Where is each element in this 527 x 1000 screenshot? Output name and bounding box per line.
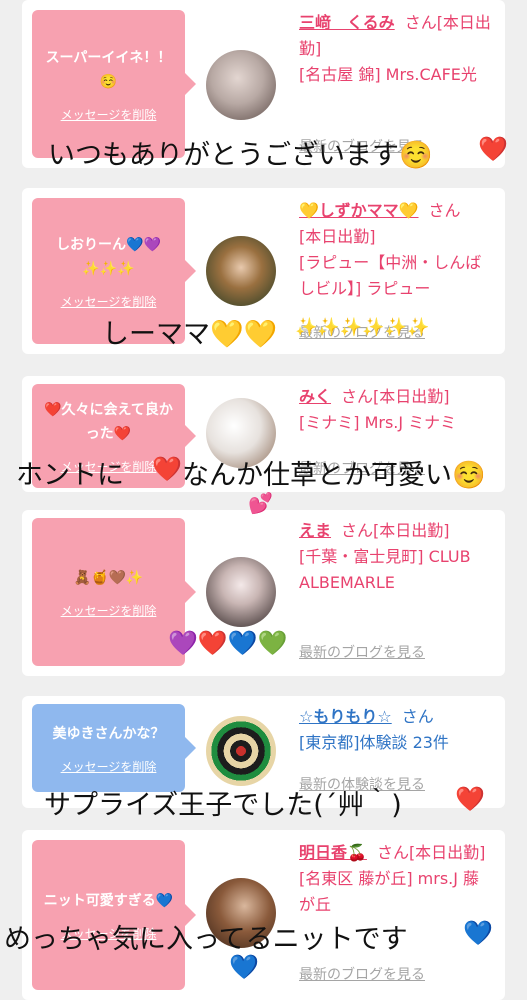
overlay-hearts: 💜❤️💙💚: [168, 629, 288, 657]
message-bubble: 美ゆきさんかな？ メッセージを削除: [32, 704, 196, 792]
user-info: ☆もりもり☆ さん [東京都]体験談 23件: [299, 704, 495, 756]
work-status: [本日出勤]: [299, 227, 376, 246]
user-info: 明日香🍒 さん[本日出勤] [名東区 藤が丘] mrs.J 藤が丘: [299, 840, 495, 918]
message-text: 美ゆきさんかな？: [52, 725, 165, 742]
message-text: ❤️久々に会えて良かった❤️: [44, 401, 173, 442]
latest-blog-link[interactable]: 最新のブログを見る: [299, 964, 425, 984]
san-suffix: さん: [401, 707, 434, 726]
san-suffix: さん[本日出勤]: [341, 521, 450, 540]
san-suffix: さん[本日出勤]: [341, 387, 450, 406]
overlay-caption: いつもありがとうございます☺️: [48, 140, 433, 171]
message-text: スーパーイイネ！！☺️: [45, 49, 172, 90]
overlay-caption: ホントに: [16, 460, 124, 491]
avatar[interactable]: [206, 716, 276, 786]
avatar[interactable]: [206, 50, 276, 120]
user-name-link[interactable]: 💛しずかママ💛: [299, 201, 419, 220]
user-name-link[interactable]: 三﨑 くるみ: [299, 13, 395, 32]
message-bubble: ニット可愛すぎる💙 メッセージを削除: [32, 840, 196, 990]
user-name-link[interactable]: えま: [299, 521, 331, 540]
message-text: しおりーん💙💜✨✨✨: [56, 236, 161, 277]
delete-message-link[interactable]: メッセージを削除: [61, 106, 157, 123]
overlay-caption: サプライズ王子でした(´艸｀): [44, 790, 402, 821]
overlay-heart: ❤️: [478, 135, 508, 163]
shop-info: [東京都]体験談 23件: [299, 733, 449, 752]
overlay-sparkles: ✨✨✨✨✨✨: [295, 317, 430, 338]
overlay-caption: しーママ💛💛: [102, 319, 278, 350]
user-info: 三﨑 くるみ さん[本日出勤] [名古屋 錦] Mrs.CAFE光: [299, 10, 495, 88]
delete-message-link[interactable]: メッセージを削除: [61, 758, 157, 775]
message-card: ニット可愛すぎる💙 メッセージを削除 明日香🍒 さん[本日出勤] [名東区 藤が丘…: [22, 830, 505, 1000]
overlay-hearts: 💕: [248, 491, 273, 515]
user-name-link[interactable]: みく: [299, 387, 331, 406]
overlay-heart: ❤️: [152, 455, 182, 483]
avatar[interactable]: [206, 557, 276, 627]
user-info: 💛しずかママ💛 さん [本日出勤] [ラピュー【中洲・しんばしビル】] ラピュー: [299, 198, 495, 302]
shop-info: [名東区 藤が丘] mrs.J 藤が丘: [299, 869, 480, 914]
user-name-link[interactable]: ☆もりもり☆: [299, 707, 392, 726]
san-suffix: さん[本日出勤]: [376, 843, 486, 862]
shop-info: [千葉・富士見町] CLUB ALBEMARLE: [299, 547, 471, 592]
user-name-link[interactable]: 明日香🍒: [299, 843, 367, 862]
san-suffix: さん: [428, 201, 461, 220]
message-bubble: 🧸🍯🤎✨ メッセージを削除: [32, 518, 196, 666]
latest-blog-link[interactable]: 最新のブログを見る: [299, 642, 425, 662]
overlay-blue-heart: 💙: [463, 919, 493, 947]
message-text: 🧸🍯🤎✨: [73, 569, 144, 586]
overlay-blue-heart: 💙: [229, 953, 259, 981]
delete-message-link[interactable]: メッセージを削除: [61, 602, 157, 619]
user-info: みく さん[本日出勤] [ミナミ] Mrs.J ミナミ: [299, 384, 495, 436]
message-text: ニット可愛すぎる💙: [43, 892, 174, 909]
overlay-caption: なんか仕草とか可愛い☺️: [182, 460, 486, 491]
overlay-caption: めっちゃ気に入ってるニットです: [4, 924, 408, 955]
delete-message-link[interactable]: メッセージを削除: [61, 293, 157, 310]
avatar[interactable]: [206, 236, 276, 306]
overlay-heart: ❤️: [455, 785, 485, 813]
shop-info: [名古屋 錦] Mrs.CAFE光: [299, 65, 477, 84]
shop-info: [ラピュー【中洲・しんばしビル】] ラピュー: [299, 253, 482, 298]
shop-info: [ミナミ] Mrs.J ミナミ: [299, 413, 457, 432]
user-info: えま さん[本日出勤] [千葉・富士見町] CLUB ALBEMARLE: [299, 518, 495, 596]
